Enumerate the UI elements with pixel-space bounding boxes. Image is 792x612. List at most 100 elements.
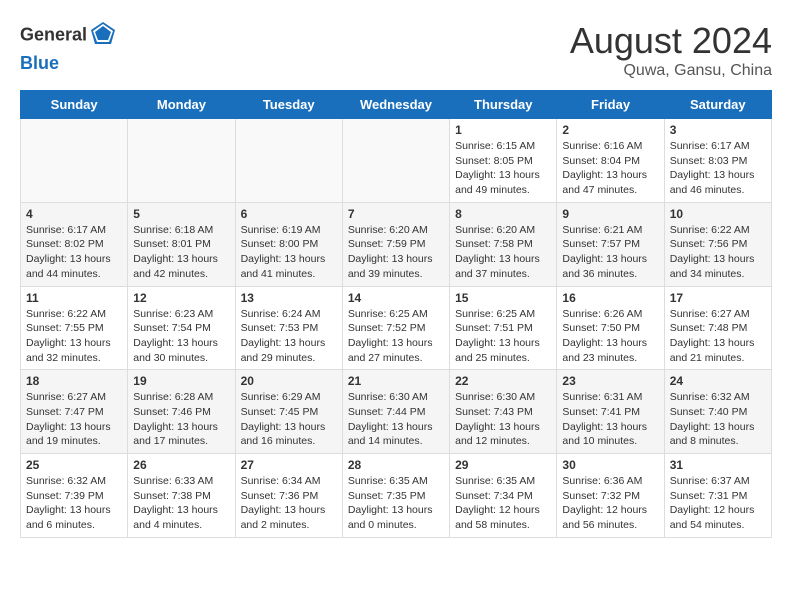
calendar-cell: 19Sunrise: 6:28 AMSunset: 7:46 PMDayligh… xyxy=(128,370,235,454)
day-info: Sunrise: 6:25 AMSunset: 7:52 PMDaylight:… xyxy=(348,307,444,366)
calendar-cell: 27 Sunrise: 6:34 AMSunset: 7:36 PMDayligh… xyxy=(235,454,342,538)
day-number: 8 xyxy=(455,207,551,221)
calendar-cell: 4 Sunrise: 6:17 AMSunset: 8:02 PMDaylight… xyxy=(21,202,128,286)
day-info: Sunrise: 6:24 AMSunset: 7:53 PMDaylight:… xyxy=(241,307,337,366)
day-number: 28 xyxy=(348,458,444,472)
calendar-cell xyxy=(128,119,235,203)
day-header-thursday: Thursday xyxy=(450,91,557,119)
day-header-tuesday: Tuesday xyxy=(235,91,342,119)
day-info: Sunrise: 6:30 AMSunset: 7:44 PMDaylight:… xyxy=(348,390,444,449)
day-info: Sunrise: 6:17 AMSunset: 8:02 PMDaylight:… xyxy=(26,223,122,282)
calendar-cell: 21Sunrise: 6:30 AMSunset: 7:44 PMDayligh… xyxy=(342,370,449,454)
calendar-cell: 12 Sunrise: 6:23 AMSunset: 7:54 PMDayligh… xyxy=(128,286,235,370)
day-info: Sunrise: 6:30 AMSunset: 7:43 PMDaylight:… xyxy=(455,390,551,449)
day-number: 1 xyxy=(455,123,551,137)
day-number: 7 xyxy=(348,207,444,221)
calendar-cell: 22 Sunrise: 6:30 AMSunset: 7:43 PMDayligh… xyxy=(450,370,557,454)
day-info: Sunrise: 6:22 AMSunset: 7:55 PMDaylight:… xyxy=(26,307,122,366)
calendar-cell: 9 Sunrise: 6:21 AMSunset: 7:57 PMDaylight… xyxy=(557,202,664,286)
calendar-cell xyxy=(235,119,342,203)
logo: General Blue xyxy=(20,20,119,74)
calendar-cell: 18Sunrise: 6:27 AMSunset: 7:47 PMDayligh… xyxy=(21,370,128,454)
day-number: 24 xyxy=(670,374,766,388)
calendar-week-row: 4 Sunrise: 6:17 AMSunset: 8:02 PMDaylight… xyxy=(21,202,772,286)
day-info: Sunrise: 6:27 AMSunset: 7:48 PMDaylight:… xyxy=(670,307,766,366)
day-info: Sunrise: 6:28 AMSunset: 7:46 PMDaylight:… xyxy=(133,390,229,449)
day-number: 10 xyxy=(670,207,766,221)
month-year-title: August 2024 xyxy=(570,20,772,62)
day-header-friday: Friday xyxy=(557,91,664,119)
day-number: 4 xyxy=(26,207,122,221)
calendar-cell: 8 Sunrise: 6:20 AMSunset: 7:58 PMDaylight… xyxy=(450,202,557,286)
day-number: 25 xyxy=(26,458,122,472)
calendar-cell: 15 Sunrise: 6:25 AMSunset: 7:51 PMDayligh… xyxy=(450,286,557,370)
day-info: Sunrise: 6:20 AMSunset: 7:59 PMDaylight:… xyxy=(348,223,444,282)
day-number: 18 xyxy=(26,374,122,388)
logo-blue: Blue xyxy=(20,53,59,73)
logo-flag-icon xyxy=(89,20,117,53)
day-number: 15 xyxy=(455,291,551,305)
day-info: Sunrise: 6:23 AMSunset: 7:54 PMDaylight:… xyxy=(133,307,229,366)
day-header-saturday: Saturday xyxy=(664,91,771,119)
day-number: 22 xyxy=(455,374,551,388)
calendar-table: SundayMondayTuesdayWednesdayThursdayFrid… xyxy=(20,90,772,538)
calendar-cell: 10 Sunrise: 6:22 AMSunset: 7:56 PMDayligh… xyxy=(664,202,771,286)
calendar-cell: 7 Sunrise: 6:20 AMSunset: 7:59 PMDaylight… xyxy=(342,202,449,286)
calendar-cell xyxy=(21,119,128,203)
day-number: 23 xyxy=(562,374,658,388)
calendar-cell xyxy=(342,119,449,203)
day-number: 16 xyxy=(562,291,658,305)
day-number: 9 xyxy=(562,207,658,221)
calendar-cell: 28 Sunrise: 6:35 AMSunset: 7:35 PMDayligh… xyxy=(342,454,449,538)
day-info: Sunrise: 6:34 AMSunset: 7:36 PMDaylight:… xyxy=(241,474,337,533)
day-number: 17 xyxy=(670,291,766,305)
day-number: 3 xyxy=(670,123,766,137)
day-info: Sunrise: 6:16 AMSunset: 8:04 PMDaylight:… xyxy=(562,139,658,198)
day-info: Sunrise: 6:18 AMSunset: 8:01 PMDaylight:… xyxy=(133,223,229,282)
day-info: Sunrise: 6:25 AMSunset: 7:51 PMDaylight:… xyxy=(455,307,551,366)
day-info: Sunrise: 6:32 AMSunset: 7:39 PMDaylight:… xyxy=(26,474,122,533)
calendar-cell: 5 Sunrise: 6:18 AMSunset: 8:01 PMDaylight… xyxy=(128,202,235,286)
day-number: 12 xyxy=(133,291,229,305)
calendar-week-row: 11 Sunrise: 6:22 AMSunset: 7:55 PMDayligh… xyxy=(21,286,772,370)
calendar-cell: 24Sunrise: 6:32 AMSunset: 7:40 PMDayligh… xyxy=(664,370,771,454)
calendar-cell: 3Sunrise: 6:17 AMSunset: 8:03 PMDaylight… xyxy=(664,119,771,203)
calendar-cell: 16 Sunrise: 6:26 AMSunset: 7:50 PMDayligh… xyxy=(557,286,664,370)
day-header-wednesday: Wednesday xyxy=(342,91,449,119)
day-info: Sunrise: 6:35 AMSunset: 7:34 PMDaylight:… xyxy=(455,474,551,533)
day-info: Sunrise: 6:29 AMSunset: 7:45 PMDaylight:… xyxy=(241,390,337,449)
calendar-cell: 23 Sunrise: 6:31 AMSunset: 7:41 PMDayligh… xyxy=(557,370,664,454)
calendar-cell: 14Sunrise: 6:25 AMSunset: 7:52 PMDayligh… xyxy=(342,286,449,370)
logo-general: General xyxy=(20,25,87,45)
day-info: Sunrise: 6:15 AMSunset: 8:05 PMDaylight:… xyxy=(455,139,551,198)
calendar-cell: 6Sunrise: 6:19 AMSunset: 8:00 PMDaylight… xyxy=(235,202,342,286)
day-info: Sunrise: 6:20 AMSunset: 7:58 PMDaylight:… xyxy=(455,223,551,282)
day-info: Sunrise: 6:21 AMSunset: 7:57 PMDaylight:… xyxy=(562,223,658,282)
calendar-cell: 11 Sunrise: 6:22 AMSunset: 7:55 PMDayligh… xyxy=(21,286,128,370)
day-number: 13 xyxy=(241,291,337,305)
calendar-cell: 20 Sunrise: 6:29 AMSunset: 7:45 PMDayligh… xyxy=(235,370,342,454)
day-number: 5 xyxy=(133,207,229,221)
day-number: 27 xyxy=(241,458,337,472)
day-info: Sunrise: 6:26 AMSunset: 7:50 PMDaylight:… xyxy=(562,307,658,366)
calendar-cell: 25 Sunrise: 6:32 AMSunset: 7:39 PMDayligh… xyxy=(21,454,128,538)
calendar-cell: 2Sunrise: 6:16 AMSunset: 8:04 PMDaylight… xyxy=(557,119,664,203)
day-header-sunday: Sunday xyxy=(21,91,128,119)
location-subtitle: Quwa, Gansu, China xyxy=(570,62,772,80)
day-info: Sunrise: 6:35 AMSunset: 7:35 PMDaylight:… xyxy=(348,474,444,533)
day-info: Sunrise: 6:22 AMSunset: 7:56 PMDaylight:… xyxy=(670,223,766,282)
day-number: 29 xyxy=(455,458,551,472)
day-number: 11 xyxy=(26,291,122,305)
day-header-monday: Monday xyxy=(128,91,235,119)
calendar-cell: 30Sunrise: 6:36 AMSunset: 7:32 PMDayligh… xyxy=(557,454,664,538)
day-info: Sunrise: 6:37 AMSunset: 7:31 PMDaylight:… xyxy=(670,474,766,533)
calendar-week-row: 25 Sunrise: 6:32 AMSunset: 7:39 PMDayligh… xyxy=(21,454,772,538)
title-area: August 2024 Quwa, Gansu, China xyxy=(570,20,772,80)
page-header: General Blue August 2024 Quwa, Gansu, Ch… xyxy=(20,20,772,80)
day-info: Sunrise: 6:31 AMSunset: 7:41 PMDaylight:… xyxy=(562,390,658,449)
day-info: Sunrise: 6:36 AMSunset: 7:32 PMDaylight:… xyxy=(562,474,658,533)
calendar-cell: 13 Sunrise: 6:24 AMSunset: 7:53 PMDayligh… xyxy=(235,286,342,370)
calendar-week-row: 18Sunrise: 6:27 AMSunset: 7:47 PMDayligh… xyxy=(21,370,772,454)
day-number: 20 xyxy=(241,374,337,388)
calendar-cell: 31Sunrise: 6:37 AMSunset: 7:31 PMDayligh… xyxy=(664,454,771,538)
